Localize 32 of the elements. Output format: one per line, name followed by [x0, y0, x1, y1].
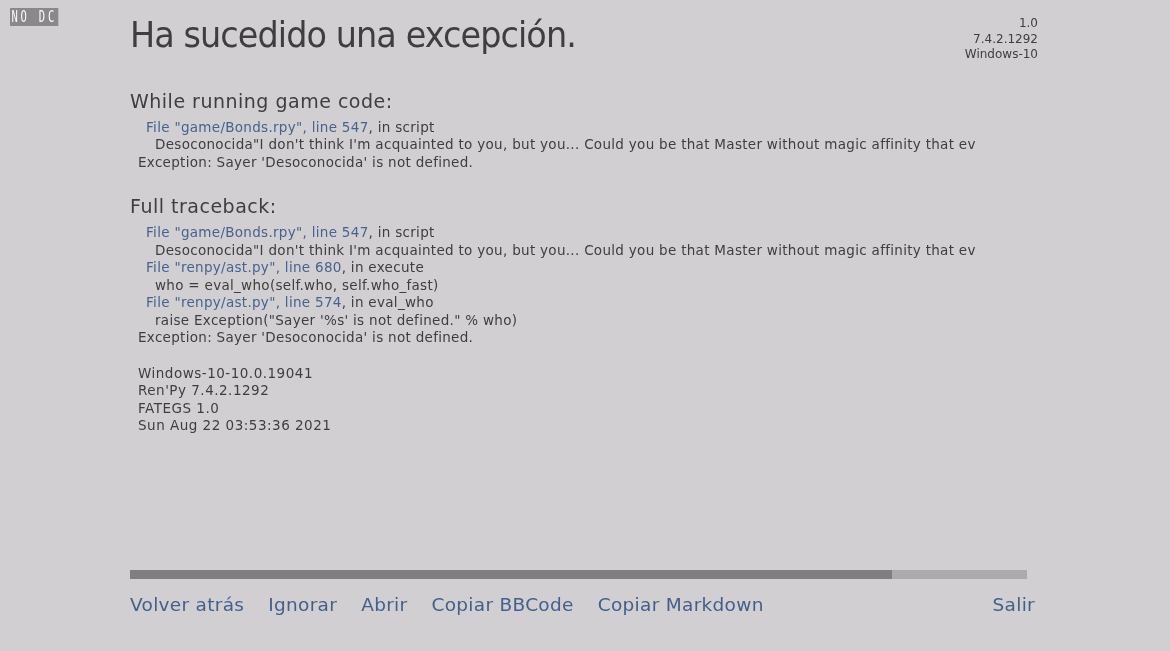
section-heading: Full traceback:: [130, 194, 278, 218]
action-link[interactable]: Abrir: [361, 594, 408, 615]
overlay-label: NO DC: [10, 8, 59, 26]
action-link[interactable]: Volver atrás: [130, 594, 245, 615]
trace-text: , in eval_who: [341, 294, 434, 310]
system-info-line: FATEGS 1.0: [137, 399, 221, 417]
system-info-line: Windows-10-10.0.19041: [137, 364, 314, 382]
exception-line: Exception: Sayer 'Desoconocida' is not defined.: [137, 153, 475, 171]
file-link[interactable]: File "game/Bonds.rpy", line 547: [146, 118, 369, 135]
code-line: who = eval_who(self.who, self.who_fast): [154, 276, 440, 294]
file-link[interactable]: File "renpy/ast.py", line 574: [146, 294, 342, 310]
code-line: raise Exception("Sayer '%s' is not defined." % who): [154, 311, 519, 329]
system-info-line: Ren'Py 7.4.2.1292: [137, 382, 271, 400]
system-info-line: Sun Aug 22 03:53:36 2021: [137, 417, 333, 435]
version-text: Windows-10: [964, 47, 1038, 63]
file-link[interactable]: File "renpy/ast.py", line 680: [146, 259, 342, 275]
code-line: Desoconocida"I don't think I'm acquainted to you, but you... Could you be that Master without magic affinity that ev: [154, 136, 977, 154]
trace-text: , in execute: [341, 259, 424, 275]
trace-text: , in script: [368, 224, 435, 240]
exit-link[interactable]: Salir: [992, 594, 1035, 615]
version-text: 1.0: [1018, 16, 1038, 32]
trace-text: , in script: [368, 118, 435, 135]
action-link[interactable]: Copiar BBCode: [431, 594, 574, 615]
error-title: Ha sucedido una excepción.: [130, 14, 576, 55]
exception-line: Exception: Sayer 'Desoconocida' is not defined.: [137, 329, 475, 347]
scrollbar[interactable]: [130, 570, 1027, 579]
code-line: Desoconocida"I don't think I'm acquainted to you, but you... Could you be that Master without magic affinity that ev: [154, 241, 977, 259]
version-text: 7.4.2.1292: [973, 31, 1038, 47]
file-link[interactable]: File "game/Bonds.rpy", line 547: [146, 224, 369, 240]
action-link[interactable]: Ignorar: [268, 594, 338, 615]
section-heading: While running game code:: [130, 88, 394, 113]
action-link[interactable]: Copiar Markdown: [597, 594, 764, 615]
